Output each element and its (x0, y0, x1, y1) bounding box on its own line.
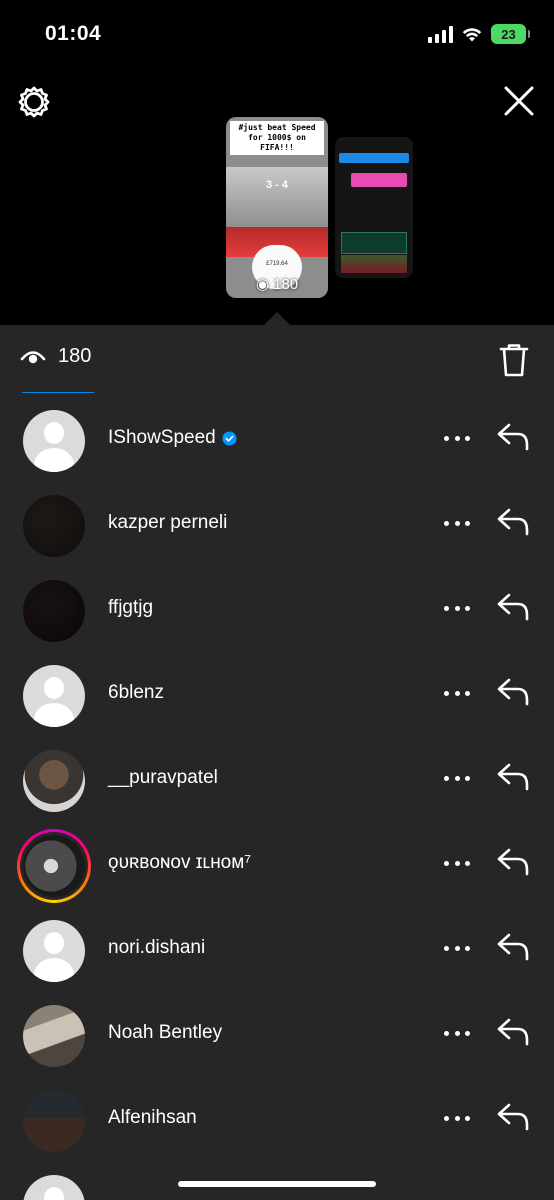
views-tab-underline (22, 392, 94, 393)
story-views-overlay-count: 180 (273, 276, 299, 293)
viewer-row[interactable]: kazper perneli (0, 485, 554, 565)
reply-icon[interactable] (496, 1099, 530, 1133)
trash-icon[interactable] (498, 342, 530, 378)
more-options-icon[interactable] (444, 857, 470, 869)
more-options-icon[interactable] (444, 602, 470, 614)
story-next-scoreboard (341, 232, 407, 254)
gear-icon[interactable] (16, 84, 52, 120)
viewer-username[interactable]: nori.dishani (108, 937, 205, 959)
avatar (23, 835, 85, 897)
reply-icon[interactable] (496, 674, 530, 708)
views-count: 180 (58, 345, 92, 367)
status-icons: 23 (428, 24, 530, 44)
more-options-icon[interactable] (444, 1027, 470, 1039)
viewer-row[interactable]: Alfenihsan (0, 1080, 554, 1160)
avatar[interactable] (23, 1090, 85, 1152)
avatar[interactable] (23, 580, 85, 642)
story-price: £719.64 (266, 261, 288, 267)
viewer-row[interactable]: __puravpatel (0, 740, 554, 820)
viewer-row[interactable]: Noah Bentley (0, 995, 554, 1075)
viewers-sheet-header: 180 (0, 325, 554, 395)
story-next-highlight (351, 173, 407, 187)
reply-icon[interactable] (496, 419, 530, 453)
more-options-icon[interactable] (444, 772, 470, 784)
story-viewers-screen: 01:04 23 #just beat Speed for 1000$ on F… (0, 0, 554, 1200)
close-icon[interactable] (502, 84, 536, 118)
viewer-username[interactable]: ǫᴜʀʙᴏɴᴏᴠ ɪʟʜᴏᴍ⁷ (108, 852, 251, 874)
viewer-username[interactable]: __puravpatel (108, 767, 218, 789)
viewer-row[interactable]: nori.dishani (0, 910, 554, 990)
viewer-name: nori.dishani (108, 937, 206, 958)
battery-level: 23 (501, 26, 516, 42)
viewer-name: Noah Bentley (108, 1022, 223, 1043)
reply-icon[interactable] (496, 504, 530, 538)
avatar[interactable] (23, 495, 85, 557)
story-score: 3 - 4 (265, 179, 288, 191)
verified-badge-icon (222, 430, 237, 446)
viewer-name: Alfenihsan (108, 1107, 197, 1128)
reply-icon[interactable] (496, 929, 530, 963)
status-bar: 01:04 23 (0, 0, 554, 70)
viewer-row[interactable]: ǫᴜʀʙᴏɴᴏᴠ ɪʟʜᴏᴍ⁷ (0, 825, 554, 905)
battery-icon: 23 (491, 24, 530, 44)
reply-icon[interactable] (496, 589, 530, 623)
reply-icon[interactable] (496, 759, 530, 793)
cellular-signal-icon (428, 25, 453, 43)
viewers-sheet: 180 IShowSpeed kazper perneli ffjgtjg 6b… (0, 325, 554, 1200)
story-preview-next[interactable] (335, 137, 413, 278)
story-ring-avatar[interactable] (17, 829, 91, 903)
viewer-name: kazper perneli (108, 512, 228, 533)
avatar[interactable] (23, 1005, 85, 1067)
avatar[interactable] (23, 750, 85, 812)
viewer-username[interactable]: Noah Bentley (108, 1022, 222, 1044)
avatar[interactable] (23, 1175, 85, 1200)
viewer-name: IShowSpeed (108, 427, 216, 448)
selected-story-pointer (264, 312, 290, 325)
eye-icon: ◉ (255, 276, 269, 293)
story-next-pitch (341, 255, 407, 273)
viewer-username[interactable]: Alfenihsan (108, 1107, 197, 1129)
story-preview-selected[interactable]: #just beat Speed for 1000$ on FIFA!!! 3 … (226, 117, 328, 298)
story-views-overlay: ◉ 180 (226, 275, 328, 293)
story-caption: #just beat Speed for 1000$ on FIFA!!! (230, 121, 324, 155)
reply-icon[interactable] (496, 844, 530, 878)
viewer-username[interactable]: IShowSpeed (108, 427, 237, 449)
status-time: 01:04 (45, 22, 102, 45)
more-options-icon[interactable] (444, 432, 470, 444)
viewer-name: ffjgtjg (108, 597, 154, 618)
viewer-username[interactable]: kazper perneli (108, 512, 227, 534)
story-next-banner (339, 153, 409, 163)
viewer-username[interactable]: ffjgtjg (108, 597, 153, 619)
views-tab[interactable]: 180 (20, 345, 91, 368)
viewer-username[interactable]: 6blenz (108, 682, 164, 704)
reply-icon[interactable] (496, 1014, 530, 1048)
wifi-icon (462, 28, 482, 42)
home-indicator[interactable] (178, 1181, 376, 1187)
avatar[interactable] (23, 920, 85, 982)
viewer-name: ǫᴜʀʙᴏɴᴏᴠ ɪʟʜᴏᴍ⁷ (108, 852, 252, 873)
avatar[interactable] (23, 410, 85, 472)
avatar[interactable] (23, 665, 85, 727)
viewer-name: 6blenz (108, 682, 164, 703)
viewer-row[interactable]: 6blenz (0, 655, 554, 735)
viewer-row[interactable]: IShowSpeed (0, 400, 554, 480)
more-options-icon[interactable] (444, 517, 470, 529)
viewer-name: __puravpatel (108, 767, 218, 788)
viewer-row[interactable]: ffjgtjg (0, 570, 554, 650)
more-options-icon[interactable] (444, 942, 470, 954)
more-options-icon[interactable] (444, 687, 470, 699)
eye-icon (20, 350, 46, 363)
more-options-icon[interactable] (444, 1112, 470, 1124)
